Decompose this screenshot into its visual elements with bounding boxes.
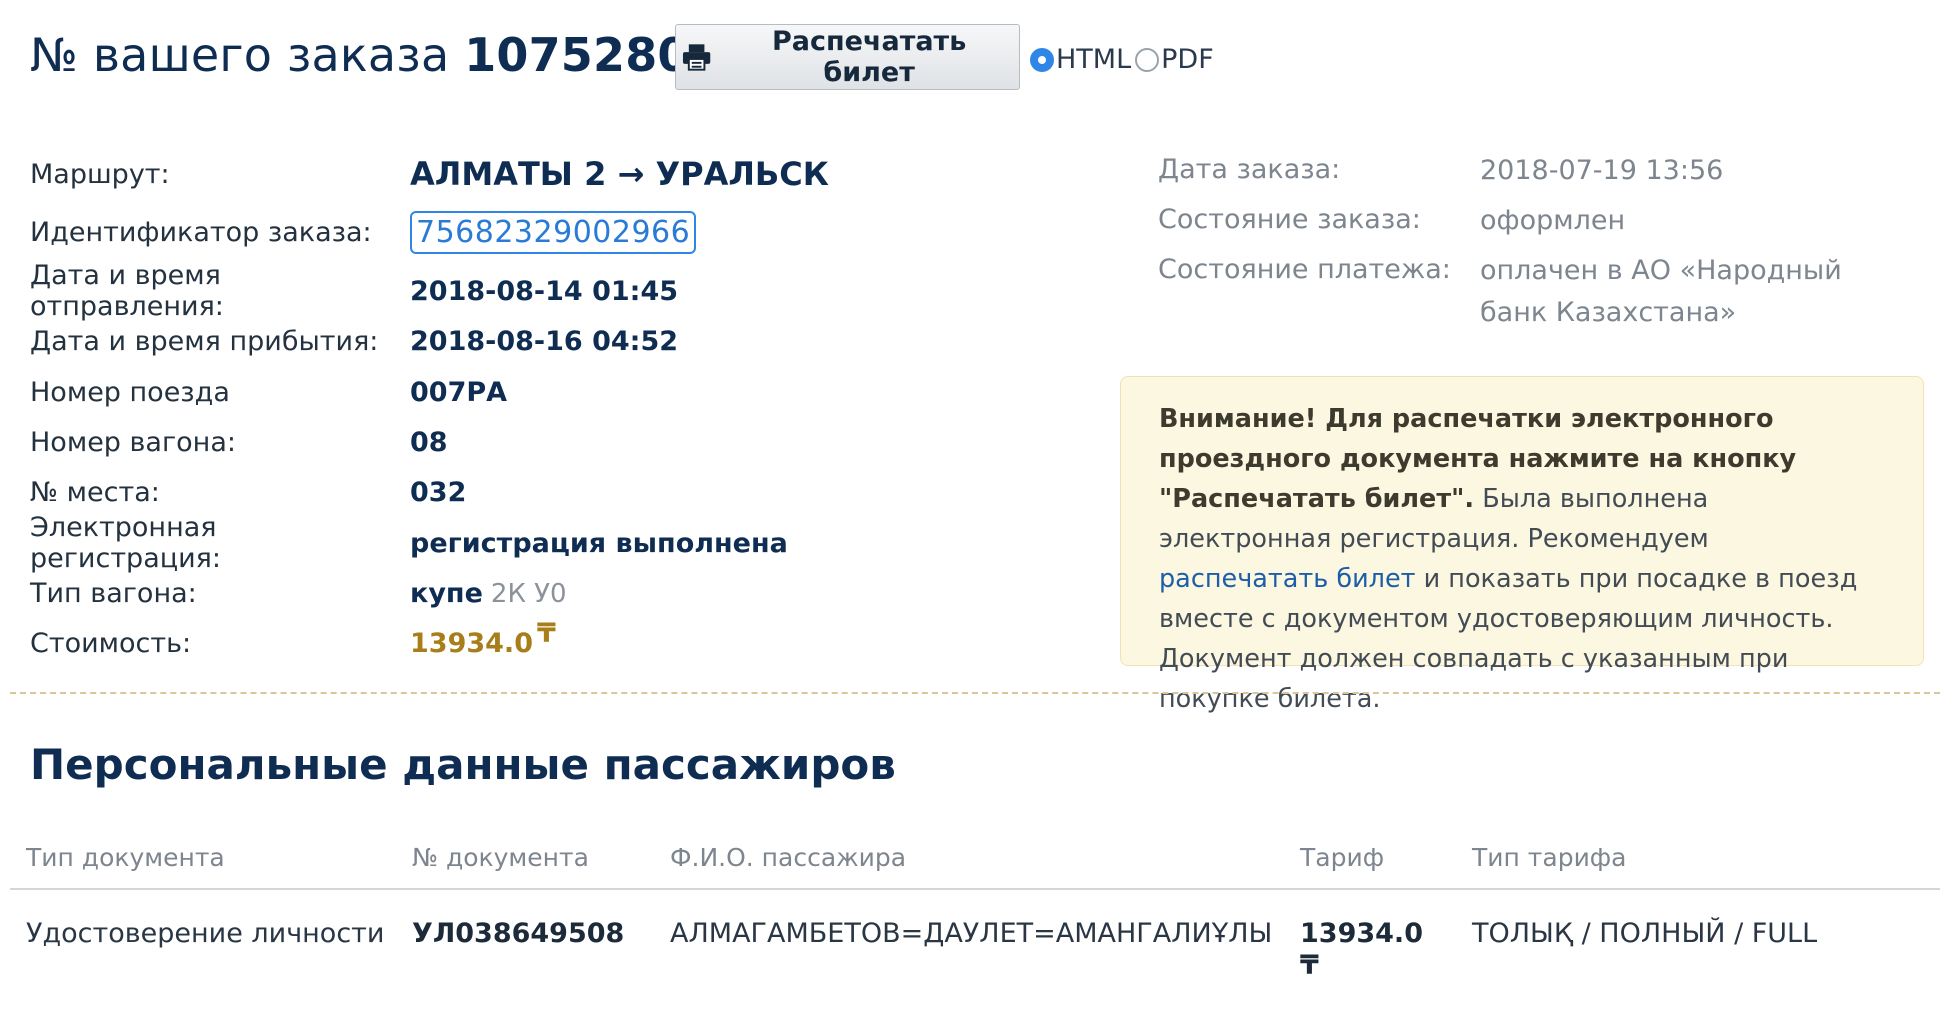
departure-label: Дата и время отправления: bbox=[30, 260, 224, 322]
ereg-row: Электронная регистрация: регистрация вып… bbox=[30, 512, 788, 574]
order-date-value: 2018-07-19 13:56 bbox=[1480, 155, 1724, 186]
order-id-row: Идентификатор заказа: 75682329002966 bbox=[30, 206, 697, 258]
col-doc-type: Тип документа bbox=[26, 843, 225, 872]
train-label: Номер поезда bbox=[30, 376, 230, 408]
route-label: Маршрут: bbox=[30, 158, 170, 190]
car-type-label: Тип вагона: bbox=[30, 577, 197, 609]
section-divider bbox=[10, 692, 1940, 694]
radio-pdf[interactable]: PDF bbox=[1135, 44, 1214, 75]
order-state-value: оформлен bbox=[1480, 205, 1626, 236]
cell-passenger-name: АЛМАГАМБЕТОВ=ДАУЛЕТ=АМАНГАЛИҰЛЫ bbox=[670, 918, 1273, 949]
arrival-row: Дата и время прибытия: 2018-08-16 04:52 bbox=[30, 321, 678, 361]
seat-label: № места: bbox=[30, 476, 160, 508]
order-id-label: Идентификатор заказа: bbox=[30, 216, 372, 248]
car-label: Номер вагона: bbox=[30, 426, 236, 458]
radio-pdf-label: PDF bbox=[1161, 44, 1214, 75]
cell-fare-type: ТОЛЫҚ / ПОЛНЫЙ / FULL bbox=[1472, 918, 1818, 949]
table-header-divider bbox=[10, 888, 1940, 890]
cell-fare-currency: ₸ bbox=[1300, 950, 1319, 981]
order-title: № вашего заказа 10752806 bbox=[30, 28, 722, 82]
payment-state-label: Состояние платежа: bbox=[1158, 254, 1451, 285]
arrival-value: 2018-08-16 04:52 bbox=[410, 325, 679, 357]
car-row: Номер вагона: 08 bbox=[30, 422, 448, 462]
print-ticket-label: Распечатать билет bbox=[771, 26, 967, 88]
col-passenger-name: Ф.И.О. пассажира bbox=[670, 843, 907, 872]
train-row: Номер поезда 007РА bbox=[30, 372, 507, 412]
ereg-value: регистрация выполнена bbox=[410, 527, 788, 559]
car-type-row: Тип вагона: купе 2К У0 bbox=[30, 573, 567, 613]
departure-value: 2018-08-14 01:45 bbox=[410, 275, 679, 307]
ereg-label: Электронная регистрация: bbox=[30, 512, 222, 574]
order-state-label: Состояние заказа: bbox=[1158, 204, 1421, 235]
format-radio-group: HTML PDF bbox=[1030, 44, 1214, 75]
tenge-currency-icon: ₸ bbox=[536, 617, 556, 649]
print-ticket-button[interactable]: Распечатать билет bbox=[675, 24, 1020, 90]
cell-doc-number: УЛ038649508 bbox=[412, 918, 625, 949]
col-fare-type: Тип тарифа bbox=[1472, 843, 1627, 872]
departure-row: Дата и время отправления: 2018-08-14 01:… bbox=[30, 260, 679, 322]
cost-value: 13934.0 bbox=[410, 627, 533, 659]
payment-state-value: оплачен в АО «Народный банк Казахстана» bbox=[1480, 255, 1842, 328]
cell-doc-type: Удостоверение личности bbox=[26, 918, 385, 949]
train-value: 007РА bbox=[410, 376, 508, 408]
col-doc-number: № документа bbox=[412, 843, 589, 872]
col-fare: Тариф bbox=[1300, 843, 1385, 872]
printer-icon bbox=[682, 44, 711, 71]
order-date-label: Дата заказа: bbox=[1158, 154, 1341, 185]
arrival-label: Дата и время прибытия: bbox=[30, 325, 379, 357]
car-value: 08 bbox=[410, 426, 448, 458]
car-type-class: 2К У0 bbox=[490, 578, 567, 609]
seat-value: 032 bbox=[410, 476, 467, 508]
cell-fare: 13934.0 ₸ bbox=[1300, 918, 1423, 982]
cost-row: Стоимость: 13934.0 ₸ bbox=[30, 618, 556, 663]
cell-fare-value: 13934.0 bbox=[1300, 918, 1423, 949]
radio-selected-icon[interactable] bbox=[1030, 47, 1054, 72]
print-warning-box: Внимание! Для распечатки электронного пр… bbox=[1120, 376, 1924, 714]
order-id-value[interactable]: 75682329002966 bbox=[410, 210, 697, 254]
radio-html[interactable]: HTML bbox=[1030, 44, 1131, 75]
order-title-prefix: № вашего заказа bbox=[30, 28, 450, 82]
car-type-value: купе bbox=[410, 577, 483, 609]
radio-unselected-icon[interactable] bbox=[1135, 47, 1160, 72]
seat-row: № места: 032 bbox=[30, 472, 466, 512]
route-value: АЛМАТЫ 2 → УРАЛЬСК bbox=[410, 155, 829, 193]
print-ticket-link[interactable]: распечатать билет bbox=[1159, 564, 1416, 594]
route-row: Маршрут: АЛМАТЫ 2 → УРАЛЬСК bbox=[30, 154, 829, 194]
cost-label: Стоимость: bbox=[30, 627, 192, 659]
radio-html-label: HTML bbox=[1056, 44, 1132, 75]
passengers-title: Персональные данные пассажиров bbox=[30, 740, 896, 789]
